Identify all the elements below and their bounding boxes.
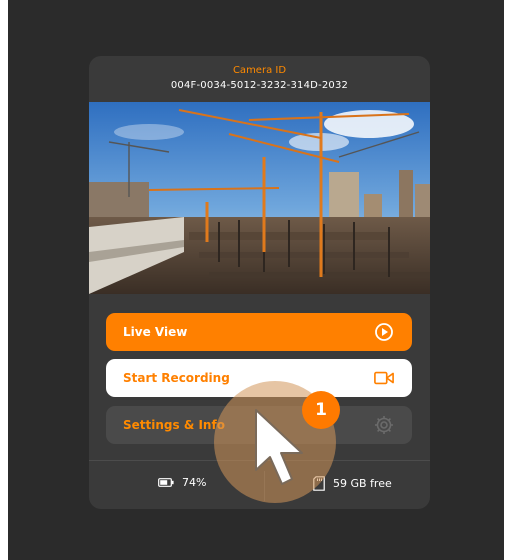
battery-icon — [158, 478, 174, 487]
play-circle-icon — [374, 322, 394, 342]
video-camera-icon — [374, 368, 394, 388]
storage-status: 59 GB free — [313, 476, 392, 491]
live-view-label: Live View — [123, 325, 188, 339]
storage-value: 59 GB free — [333, 477, 392, 490]
settings-info-label: Settings & Info — [123, 418, 225, 432]
battery-value: 74% — [182, 476, 207, 489]
cursor-pointer-icon — [252, 408, 312, 490]
camera-id-label: Camera ID — [232, 65, 287, 76]
gear-icon — [374, 415, 394, 435]
start-recording-label: Start Recording — [123, 371, 230, 385]
battery-status: 74% — [158, 476, 206, 489]
camera-header: Camera ID 004F-0034-5012-3232-314D-2032 — [89, 56, 430, 102]
live-view-button[interactable]: Live View — [106, 313, 412, 351]
camera-id-value: 004F-0034-5012-3232-314D-2032 — [170, 80, 349, 91]
camera-preview-image — [89, 102, 430, 294]
